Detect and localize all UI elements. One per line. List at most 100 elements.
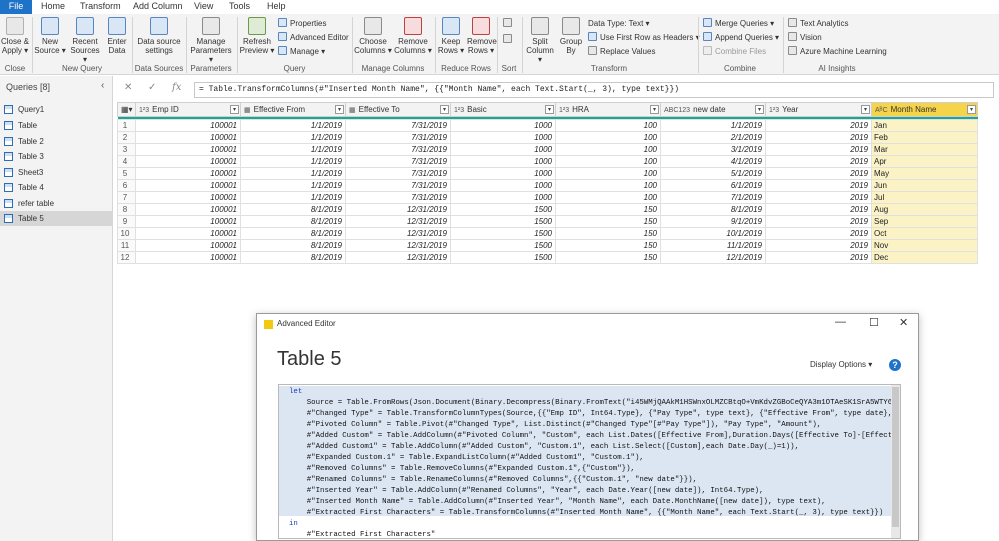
table-cell[interactable]: Jun: [871, 179, 978, 192]
collapse-pane-icon[interactable]: ‹: [101, 80, 104, 91]
table-cell[interactable]: 11/1/2019: [660, 239, 766, 252]
table-cell[interactable]: Aug: [871, 203, 978, 216]
filter-dropdown-icon[interactable]: ▾: [230, 105, 239, 114]
table-cell[interactable]: 1000: [450, 167, 556, 180]
table-cell[interactable]: 9/1/2019: [660, 215, 766, 228]
table-cell[interactable]: 2019: [765, 251, 872, 264]
table-cell[interactable]: 1/1/2019: [240, 155, 346, 168]
table-cell[interactable]: 2019: [765, 179, 872, 192]
table-cell[interactable]: 8/1/2019: [240, 239, 346, 252]
table-cell[interactable]: 100001: [135, 191, 241, 204]
table-cell[interactable]: 1000: [450, 191, 556, 204]
table-cell[interactable]: 2/1/2019: [660, 131, 766, 144]
table-cell[interactable]: 10/1/2019: [660, 227, 766, 240]
table-cell[interactable]: 2019: [765, 167, 872, 180]
query-item[interactable]: Sheet3: [0, 165, 112, 180]
table-cell[interactable]: 2019: [765, 227, 872, 240]
vertical-scrollbar[interactable]: [891, 385, 900, 538]
table-cell[interactable]: 100001: [135, 239, 241, 252]
table-cell[interactable]: 12/31/2019: [345, 239, 451, 252]
table-row[interactable]: 2 100001 1/1/2019 7/31/2019 1000 100 2/1/2019 2…: [117, 131, 978, 144]
query-item-selected[interactable]: Table 5: [0, 211, 112, 226]
table-cell[interactable]: 6/1/2019: [660, 179, 766, 192]
table-cell[interactable]: 100: [555, 143, 661, 156]
table-cell[interactable]: 8/1/2019: [660, 203, 766, 216]
menu-transform[interactable]: Transform: [80, 0, 121, 14]
new-source-button[interactable]: New Source ▾: [34, 17, 66, 55]
table-cell[interactable]: 100: [555, 131, 661, 144]
table-row[interactable]: 7 100001 1/1/2019 7/31/2019 1000 100 7/1/2019 2…: [117, 191, 978, 204]
merge-queries-button[interactable]: Merge Queries ▾: [703, 18, 774, 30]
display-options-dropdown[interactable]: Display Options ▾: [810, 360, 872, 369]
table-row[interactable]: 3 100001 1/1/2019 7/31/2019 1000 100 3/1/2019 2…: [117, 143, 978, 156]
table-row[interactable]: 5 100001 1/1/2019 7/31/2019 1000 100 5/1/2019 2…: [117, 167, 978, 180]
column-header[interactable]: 1²3 HRA ▾: [555, 102, 661, 117]
text-analytics-button[interactable]: Text Analytics: [788, 18, 848, 30]
manage-button[interactable]: Manage ▾: [278, 46, 325, 58]
filter-dropdown-icon[interactable]: ▾: [650, 105, 659, 114]
table-cell[interactable]: 2019: [765, 239, 872, 252]
table-cell[interactable]: 100: [555, 155, 661, 168]
table-cell[interactable]: 150: [555, 227, 661, 240]
table-cell[interactable]: 8/1/2019: [240, 203, 346, 216]
menu-file[interactable]: File: [0, 0, 32, 14]
table-row[interactable]: 6 100001 1/1/2019 7/31/2019 1000 100 6/1/2019 2…: [117, 179, 978, 192]
table-cell[interactable]: 12/1/2019: [660, 251, 766, 264]
table-cell[interactable]: 1/1/2019: [660, 119, 766, 132]
table-cell[interactable]: 100001: [135, 119, 241, 132]
table-menu-icon[interactable]: ▦▾: [117, 102, 136, 117]
advanced-editor-button[interactable]: Advanced Editor: [278, 32, 349, 44]
code-editor[interactable]: let Source = Table.FromRows(Json.Documen…: [278, 384, 901, 539]
check-icon[interactable]: ✓: [148, 82, 156, 93]
table-cell[interactable]: 1500: [450, 227, 556, 240]
sort-descending-button[interactable]: [503, 34, 515, 46]
table-cell[interactable]: 2019: [765, 143, 872, 156]
table-cell[interactable]: Sep: [871, 215, 978, 228]
sort-ascending-button[interactable]: [503, 18, 515, 30]
column-header[interactable]: ▦ Effective To ▾: [345, 102, 451, 117]
query-item[interactable]: Table 4: [0, 180, 112, 195]
table-cell[interactable]: 100: [555, 119, 661, 132]
table-cell[interactable]: 150: [555, 203, 661, 216]
table-cell[interactable]: 100001: [135, 215, 241, 228]
table-cell[interactable]: 150: [555, 239, 661, 252]
table-cell[interactable]: 100001: [135, 131, 241, 144]
table-cell[interactable]: 1/1/2019: [240, 179, 346, 192]
table-cell[interactable]: 7/31/2019: [345, 143, 451, 156]
table-cell[interactable]: Jan: [871, 119, 978, 132]
filter-dropdown-icon[interactable]: ▾: [755, 105, 764, 114]
table-cell[interactable]: 12/31/2019: [345, 203, 451, 216]
query-item[interactable]: Query1: [0, 102, 112, 117]
table-cell[interactable]: 12/31/2019: [345, 251, 451, 264]
table-cell[interactable]: 1/1/2019: [240, 143, 346, 156]
row-number[interactable]: 4: [117, 155, 136, 168]
table-cell[interactable]: 12/31/2019: [345, 227, 451, 240]
row-number[interactable]: 2: [117, 131, 136, 144]
table-cell[interactable]: 1500: [450, 203, 556, 216]
minimize-icon[interactable]: —: [835, 316, 846, 328]
data-type-dropdown[interactable]: Data Type: Text ▾: [588, 18, 650, 30]
query-item[interactable]: Table: [0, 118, 112, 133]
table-cell[interactable]: 100001: [135, 179, 241, 192]
keep-rows-button[interactable]: Keep Rows ▾: [437, 17, 465, 55]
filter-dropdown-icon[interactable]: ▾: [335, 105, 344, 114]
table-cell[interactable]: 100001: [135, 227, 241, 240]
close-icon[interactable]: ✕: [899, 316, 908, 329]
row-number[interactable]: 6: [117, 179, 136, 192]
query-item[interactable]: Table 2: [0, 134, 112, 149]
vision-button[interactable]: Vision: [788, 32, 822, 44]
column-header[interactable]: ABC123 new date ▾: [660, 102, 766, 117]
remove-rows-button[interactable]: Remove Rows ▾: [467, 17, 497, 55]
enter-data-button[interactable]: Enter Data: [104, 17, 130, 55]
recent-sources-button[interactable]: Recent Sources ▾: [68, 17, 102, 64]
row-number[interactable]: 12: [117, 251, 136, 264]
choose-columns-button[interactable]: Choose Columns ▾: [354, 17, 392, 55]
table-cell[interactable]: 7/31/2019: [345, 191, 451, 204]
table-row[interactable]: 12 100001 8/1/2019 12/31/2019 1500 150 12/1/20…: [117, 251, 978, 264]
table-cell[interactable]: 1000: [450, 119, 556, 132]
column-header-selected[interactable]: AᴮC Month Name ▾: [871, 102, 978, 117]
table-cell[interactable]: 8/1/2019: [240, 227, 346, 240]
table-cell[interactable]: 8/1/2019: [240, 215, 346, 228]
table-cell[interactable]: 100: [555, 191, 661, 204]
menu-view[interactable]: View: [194, 0, 213, 14]
